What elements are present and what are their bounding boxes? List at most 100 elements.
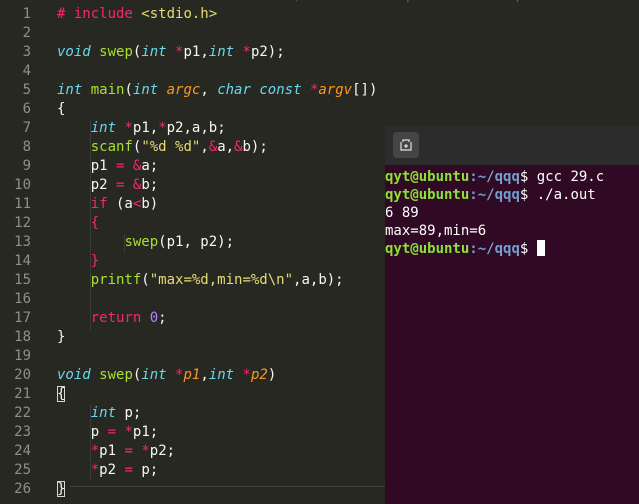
line-number: 26	[14, 481, 31, 497]
code-line[interactable]: 1 # include <stdio.h>	[0, 5, 639, 24]
code-token: {	[57, 386, 66, 402]
line-number: 5	[22, 82, 31, 98]
code-token: a;	[141, 158, 159, 174]
code-token: p1	[183, 367, 201, 383]
line-number: 12	[14, 215, 31, 231]
code-token: {	[57, 101, 66, 117]
horizontal-scrollbar[interactable]	[70, 486, 386, 487]
code-text: void swep(int *p1,int *p2);	[57, 43, 285, 62]
code-token: p1	[99, 443, 125, 459]
code-token: &	[208, 139, 218, 155]
line-number: 2	[22, 25, 31, 41]
line-number: 15	[14, 272, 31, 288]
code-token: swep	[99, 367, 133, 383]
code-line[interactable]: 5 int main(int argc, char const *argv[])	[0, 81, 639, 100]
code-text: scanf("%d %d",&a,&b);	[57, 138, 268, 157]
prompt-path: :~/qqq	[469, 187, 520, 203]
code-token: {	[90, 215, 100, 231]
code-line[interactable]: 3 void swep(int *p1,int *p2);	[0, 43, 639, 62]
code-token: b);	[242, 139, 268, 155]
line-number: 7	[22, 120, 31, 136]
code-token: *	[90, 443, 100, 459]
line-number: 22	[14, 405, 31, 421]
code-token: (	[124, 82, 133, 98]
line-number: 14	[14, 253, 31, 269]
code-token: ,	[200, 139, 209, 155]
code-token: *	[90, 462, 100, 478]
code-token: }	[90, 253, 100, 269]
line-number: 16	[14, 291, 31, 307]
code-token: *	[242, 367, 251, 383]
line-number: 6	[22, 101, 31, 117]
new-tab-icon	[400, 139, 412, 151]
code-line[interactable]: 4	[0, 62, 639, 81]
indent-guide	[90, 404, 91, 480]
code-token: int	[57, 82, 83, 98]
line-number: 18	[14, 329, 31, 345]
line-number: 4	[22, 63, 31, 79]
code-token: ;	[158, 310, 167, 326]
code-token: =	[124, 443, 133, 459]
code-text: p2 = &b;	[57, 176, 158, 195]
prompt-user: qyt@ubuntu	[385, 187, 470, 203]
code-text: swep(p1, p2);	[57, 233, 234, 252]
code-line[interactable]: 2	[0, 24, 639, 43]
code-token: b)	[141, 196, 159, 212]
terminal-window[interactable]: qyt@ubuntu:~/qqq$ gcc 29.c qyt@ubuntu:~/q…	[385, 126, 639, 504]
code-token: return	[90, 310, 142, 326]
terminal-line: qyt@ubuntu:~/qqq$	[385, 240, 639, 258]
code-token: p2	[57, 177, 117, 193]
terminal-line: max=89,min=6	[385, 222, 639, 240]
prompt-command: $	[519, 241, 537, 257]
prompt-command: $ ./a.out	[519, 187, 596, 203]
code-token: }	[57, 481, 66, 497]
code-token: printf	[90, 272, 142, 288]
code-token: *	[242, 44, 251, 60]
code-text: *p1 = *p2;	[57, 442, 175, 461]
terminal-line: qyt@ubuntu:~/qqq$ gcc 29.c	[385, 168, 639, 186]
code-text: }	[57, 480, 66, 499]
code-token: "max=%d,min=%d\n"	[149, 272, 294, 288]
code-token: *	[124, 424, 133, 440]
code-token: b;	[141, 177, 159, 193]
code-token: p	[57, 424, 108, 440]
code-token: int	[90, 405, 117, 421]
line-number: 1	[22, 6, 31, 22]
code-text: void swep(int *p1,int *p2)	[57, 366, 276, 385]
terminal-output[interactable]: qyt@ubuntu:~/qqq$ gcc 29.c qyt@ubuntu:~/q…	[385, 168, 639, 258]
code-token: p;	[132, 462, 159, 478]
terminal-header	[385, 126, 639, 165]
code-token: p2);	[250, 44, 285, 60]
code-token: p2;	[149, 443, 176, 459]
line-number: 19	[14, 348, 31, 364]
code-token: p1,	[183, 44, 209, 60]
code-line[interactable]: 6{	[0, 100, 639, 119]
code-token: a,	[217, 139, 235, 155]
code-token: swep	[124, 234, 159, 250]
code-token: ,	[200, 367, 209, 383]
code-token: &	[234, 139, 243, 155]
prompt-path: :~/qqq	[469, 241, 520, 257]
code-token: *	[124, 120, 133, 136]
new-tab-button[interactable]	[393, 132, 419, 158]
line-number: 8	[22, 139, 31, 155]
code-token: ,	[200, 82, 218, 98]
code-token: =	[107, 424, 117, 440]
line-number: 23	[14, 424, 31, 440]
code-text: printf("max=%d,min=%d\n",a,b);	[57, 271, 344, 290]
line-number: 21	[14, 386, 31, 402]
